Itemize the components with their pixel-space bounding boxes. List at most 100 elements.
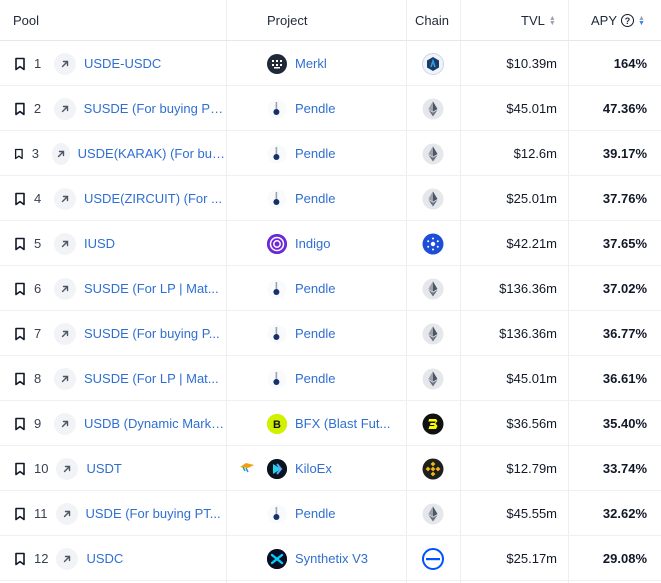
project-link[interactable]: Pendle: [295, 281, 335, 296]
rank-number: 6: [34, 281, 42, 296]
ethereum-chain-icon[interactable]: [422, 278, 444, 300]
pool-link[interactable]: SUSDE (For buying P...: [84, 326, 220, 341]
header-pool[interactable]: Pool: [13, 0, 39, 41]
sort-desc-icon: ▲ ▼: [638, 14, 645, 27]
arbitrum-chain-icon[interactable]: [422, 52, 444, 75]
pool-link[interactable]: SUSDE (For LP | Mat...: [84, 371, 219, 386]
header-apy[interactable]: APY ? ▲ ▼: [591, 0, 645, 41]
table-row[interactable]: 4 USDE(ZIRCUIT) (For ... Pendle $25.01m …: [0, 176, 661, 221]
table-row[interactable]: 11 USDE (For buying PT... Pendle $45.55m…: [0, 491, 661, 536]
bnb-chain-icon[interactable]: [422, 458, 444, 480]
pool-link[interactable]: SUSDE (For LP | Mat...: [84, 281, 219, 296]
pool-link[interactable]: USDB (Dynamic Market): [84, 416, 226, 431]
pool-link[interactable]: USDE(ZIRCUIT) (For ...: [84, 191, 222, 206]
apy-value: 35.40%: [602, 416, 647, 431]
tvl-value: $25.01m: [506, 191, 557, 206]
pool-cell: 9 USDB (Dynamic Market): [0, 401, 226, 446]
table-row[interactable]: 5 IUSD Indigo $42.21m 37.65%: [0, 221, 661, 266]
bookmark-icon[interactable]: [14, 372, 26, 386]
external-link-icon[interactable]: [54, 367, 76, 390]
project-link[interactable]: KiloEx: [295, 461, 332, 476]
project-cell: Pendle: [226, 131, 406, 176]
project-link[interactable]: Synthetix V3: [295, 551, 368, 566]
ethereum-chain-icon[interactable]: [422, 368, 444, 390]
project-link[interactable]: Pendle: [295, 191, 335, 206]
bookmark-icon[interactable]: [14, 282, 26, 296]
project-link[interactable]: Pendle: [295, 326, 335, 341]
table-row[interactable]: 1 USDE-USDC Merkl $10.39m 164%: [0, 41, 661, 86]
ethereum-chain-icon[interactable]: [422, 323, 444, 345]
help-icon[interactable]: ?: [621, 14, 635, 27]
pool-cell: 12 USDC: [0, 536, 226, 581]
header-tvl[interactable]: TVL ▲ ▼: [521, 0, 556, 41]
rank-number: 8: [34, 371, 42, 386]
header-chain[interactable]: Chain: [415, 0, 449, 41]
base-chain-icon[interactable]: [422, 547, 444, 570]
bookmark-icon[interactable]: [14, 327, 26, 341]
external-link-icon[interactable]: [56, 457, 79, 480]
pool-cell: 8 SUSDE (For LP | Mat...: [0, 356, 226, 401]
pendle-logo-icon: [267, 143, 287, 164]
cardano-chain-icon[interactable]: [422, 233, 444, 255]
external-link-icon[interactable]: [55, 502, 78, 525]
ethereum-chain-icon[interactable]: [422, 143, 444, 165]
reward-icon[interactable]: [239, 461, 255, 476]
table-row[interactable]: 10 USDT KiloEx $12.79m 33.74%: [0, 446, 661, 491]
external-link-icon[interactable]: [54, 187, 76, 210]
external-link-icon[interactable]: [53, 97, 76, 120]
ethereum-chain-icon[interactable]: [422, 98, 444, 120]
pool-link[interactable]: SUSDE (For buying PT...: [84, 101, 226, 116]
pendle-logo-icon: [267, 278, 287, 299]
ethereum-chain-icon[interactable]: [422, 188, 444, 210]
table-row[interactable]: 8 SUSDE (For LP | Mat... Pendle $45.01m …: [0, 356, 661, 401]
table-row[interactable]: 12 USDC Synthetix V3 $25.17m 29.08%: [0, 536, 661, 581]
ethereum-chain-icon[interactable]: [422, 503, 444, 525]
external-link-icon[interactable]: [54, 277, 76, 300]
project-link[interactable]: Pendle: [295, 506, 335, 521]
bookmark-icon[interactable]: [14, 462, 26, 476]
project-link[interactable]: Pendle: [295, 146, 335, 161]
pool-link[interactable]: USDE(KARAK) (For buying PT): [78, 146, 226, 161]
bookmark-icon[interactable]: [14, 417, 26, 431]
table-row[interactable]: 3 USDE(KARAK) (For buying PT) Pendle $12…: [0, 131, 661, 176]
pool-link[interactable]: USDE (For buying PT...: [86, 506, 221, 521]
blast-chain-icon[interactable]: [422, 413, 444, 435]
bookmark-icon[interactable]: [14, 57, 26, 71]
bookmark-icon[interactable]: [14, 102, 26, 116]
bookmark-icon[interactable]: [14, 552, 26, 566]
external-link-icon[interactable]: [54, 322, 76, 345]
table-row[interactable]: 9 USDB (Dynamic Market) B BFX (Blast Fut…: [0, 401, 661, 446]
bookmark-icon[interactable]: [14, 192, 26, 206]
pool-link[interactable]: USDC: [86, 551, 123, 566]
external-link-icon[interactable]: [54, 232, 76, 255]
project-link[interactable]: Merkl: [295, 56, 327, 71]
project-link[interactable]: BFX (Blast Fut...: [295, 416, 390, 431]
tvl-value: $136.36m: [499, 326, 557, 341]
pool-cell: 10 USDT: [0, 446, 226, 491]
header-project[interactable]: Project: [267, 0, 307, 41]
project-link[interactable]: Pendle: [295, 101, 335, 116]
pool-cell: 4 USDE(ZIRCUIT) (For ...: [0, 176, 226, 221]
external-link-icon[interactable]: [56, 547, 79, 570]
pool-link[interactable]: USDE-USDC: [84, 56, 161, 71]
table-row[interactable]: 2 SUSDE (For buying PT... Pendle $45.01m…: [0, 86, 661, 131]
project-link[interactable]: Indigo: [295, 236, 330, 251]
project-link[interactable]: Pendle: [295, 371, 335, 386]
pendle-logo-icon: [267, 188, 287, 209]
external-link-icon[interactable]: [54, 52, 76, 75]
bookmark-icon[interactable]: [14, 147, 24, 161]
tvl-value: $36.56m: [506, 416, 557, 431]
table-row[interactable]: 6 SUSDE (For LP | Mat... Pendle $136.36m…: [0, 266, 661, 311]
table-row[interactable]: 7 SUSDE (For buying P... Pendle $136.36m…: [0, 311, 661, 356]
bookmark-icon[interactable]: [14, 507, 26, 521]
rank-number: 12: [34, 551, 49, 566]
pool-link[interactable]: IUSD: [84, 236, 115, 251]
bookmark-icon[interactable]: [14, 237, 26, 251]
chain-cell: [406, 446, 460, 491]
pool-link[interactable]: USDT: [86, 461, 121, 476]
external-link-icon[interactable]: [51, 142, 70, 165]
chain-cell: [406, 536, 460, 581]
external-link-icon[interactable]: [53, 412, 76, 435]
pool-cell: 5 IUSD: [0, 221, 226, 266]
pool-cell: 11 USDE (For buying PT...: [0, 491, 226, 536]
